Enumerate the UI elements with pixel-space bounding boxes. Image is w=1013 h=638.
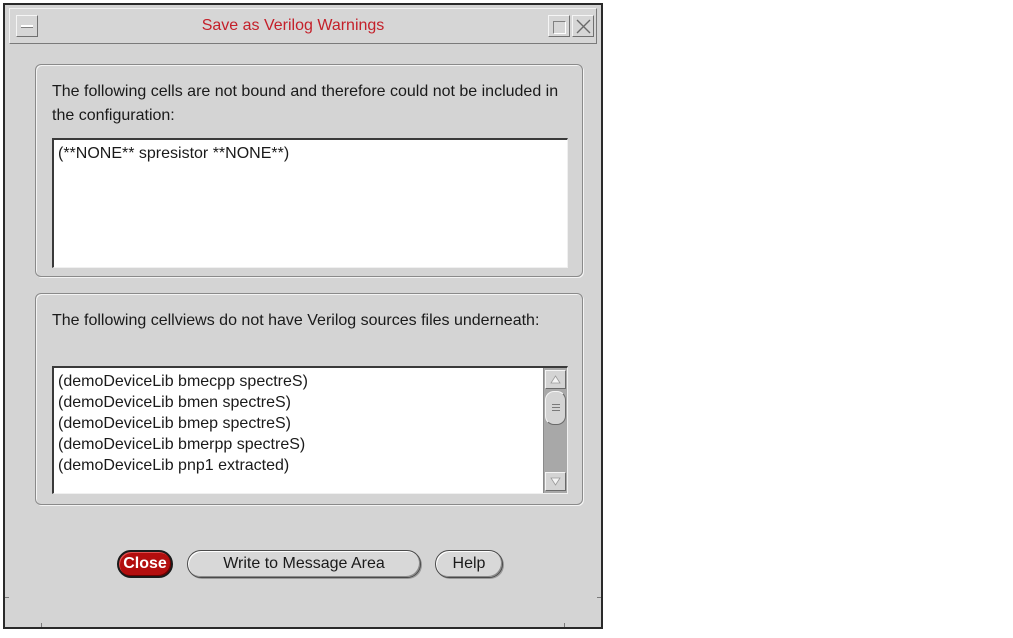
list-item[interactable]: (**NONE** spresistor **NONE**) <box>58 143 289 164</box>
scrollbar-thumb[interactable] <box>545 391 566 425</box>
maximize-button[interactable] <box>548 15 570 37</box>
close-icon <box>576 19 591 34</box>
list-item[interactable]: (demoDeviceLib bmecpp spectreS) <box>58 371 308 392</box>
help-button[interactable]: Help <box>435 550 503 578</box>
missing-sources-label: The following cellviews do not have Veri… <box>52 312 540 329</box>
title-bar[interactable]: Save as Verilog Warnings <box>9 8 597 44</box>
list-item[interactable]: (demoDeviceLib pnp1 extracted) <box>58 455 308 476</box>
window-close-button[interactable] <box>572 15 594 37</box>
missing-sources-group: The following cellviews do not have Veri… <box>35 293 583 505</box>
scroll-down-button[interactable] <box>545 472 566 491</box>
close-button[interactable]: Close <box>117 550 173 578</box>
list-item[interactable]: (demoDeviceLib bmep spectreS) <box>58 413 308 434</box>
arrow-up-icon <box>550 375 561 384</box>
resize-grip[interactable] <box>597 597 601 598</box>
unbound-cells-group: The following cells are not bound and th… <box>35 64 583 277</box>
arrow-down-icon <box>550 477 561 486</box>
write-to-message-area-button[interactable]: Write to Message Area <box>187 550 421 578</box>
missing-sources-list[interactable]: (demoDeviceLib bmecpp spectreS) (demoDev… <box>52 366 568 494</box>
save-as-verilog-warnings-window: Save as Verilog Warnings The following c… <box>3 3 603 629</box>
maximize-icon <box>553 21 566 34</box>
list-item[interactable]: (demoDeviceLib bmerpp spectreS) <box>58 434 308 455</box>
window-menu-icon <box>21 25 33 28</box>
resize-grip[interactable] <box>564 623 565 627</box>
vertical-scrollbar[interactable] <box>543 368 567 493</box>
scroll-up-button[interactable] <box>545 370 566 389</box>
resize-grip[interactable] <box>41 623 42 627</box>
unbound-cells-list[interactable]: (**NONE** spresistor **NONE**) <box>52 138 568 268</box>
unbound-cells-label: The following cells are not bound and th… <box>52 83 559 124</box>
window-menu-button[interactable] <box>16 15 38 37</box>
window-title: Save as Verilog Warnings <box>201 17 385 34</box>
resize-grip[interactable] <box>5 597 9 598</box>
list-item[interactable]: (demoDeviceLib bmen spectreS) <box>58 392 308 413</box>
